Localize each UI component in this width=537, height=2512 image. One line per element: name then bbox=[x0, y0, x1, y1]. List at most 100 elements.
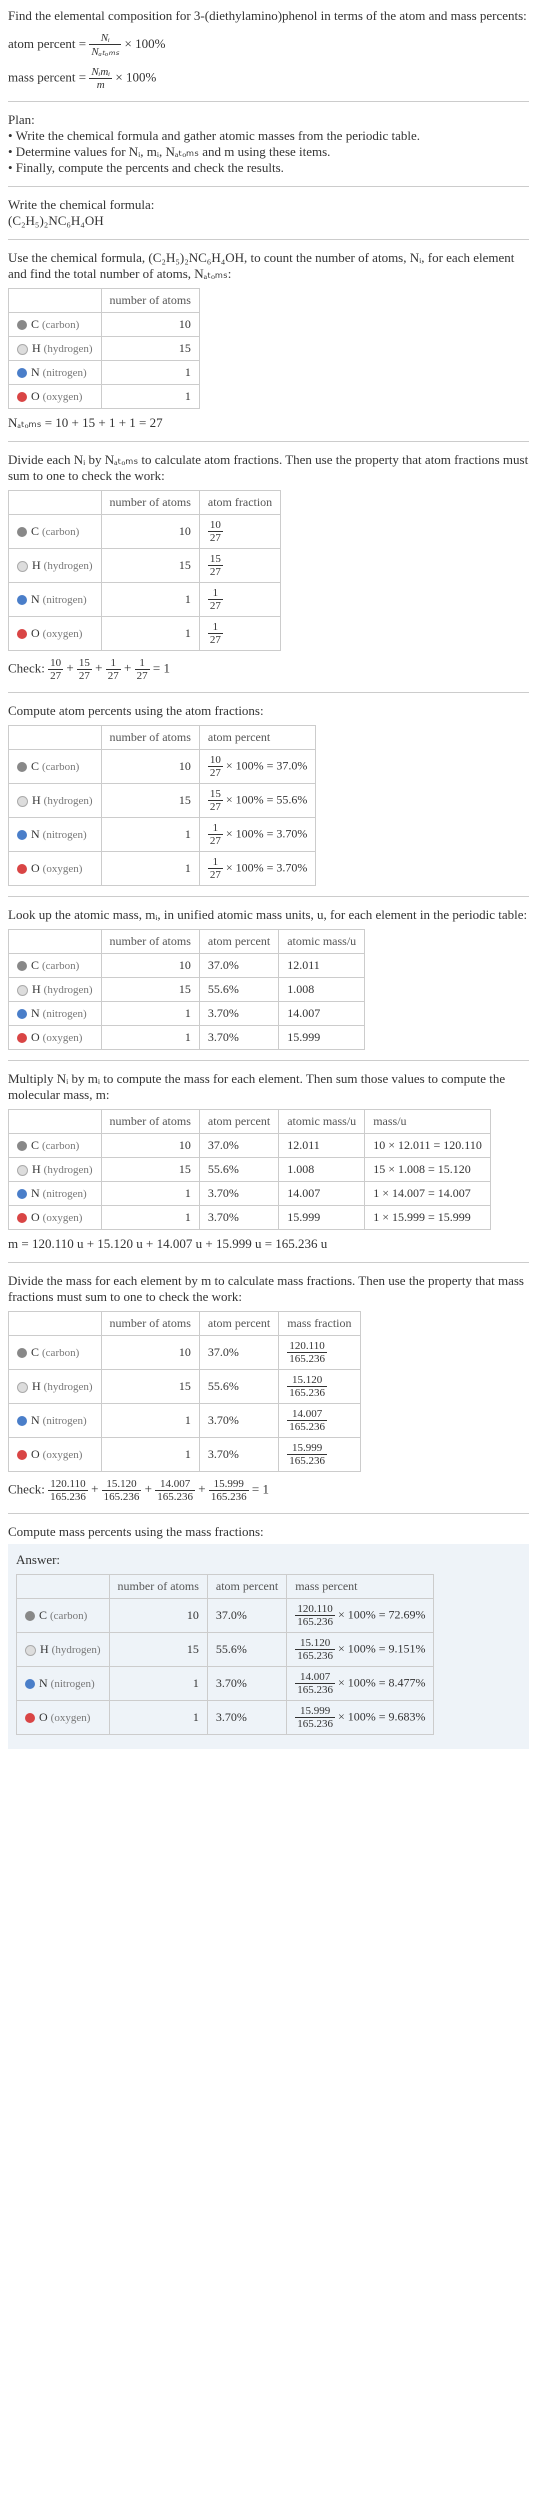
table-row: O (oxygen)13.70%15.9991 × 15.999 = 15.99… bbox=[9, 1206, 491, 1230]
plan: Plan: • Write the chemical formula and g… bbox=[8, 112, 529, 176]
fraction: 15.999165.236 bbox=[209, 1478, 249, 1503]
atompercent-section: Compute atom percents using the atom fra… bbox=[8, 703, 529, 886]
divider bbox=[8, 896, 529, 897]
element-cell: N (nitrogen) bbox=[9, 361, 102, 385]
fraction: 120.110165.236 bbox=[287, 1340, 327, 1365]
divider bbox=[8, 441, 529, 442]
element-cell: C (carbon) bbox=[9, 750, 102, 784]
element-cell: C (carbon) bbox=[17, 1599, 110, 1633]
element-cell: O (oxygen) bbox=[9, 617, 102, 651]
divider bbox=[8, 186, 529, 187]
plan-title: Plan: bbox=[8, 112, 529, 128]
element-cell: N (nitrogen) bbox=[9, 818, 102, 852]
element-dot-icon bbox=[17, 1213, 27, 1223]
mass-mult-table: number of atomsatom percentatomic mass/u… bbox=[8, 1109, 491, 1230]
atomfrac-text: Divide each Nᵢ by Nₐₜₒₘₛ to calculate at… bbox=[8, 452, 529, 484]
fraction: 1027 bbox=[48, 657, 63, 682]
element-cell: N (nitrogen) bbox=[17, 1667, 110, 1701]
element-dot-icon bbox=[17, 830, 27, 840]
element-dot-icon bbox=[17, 595, 27, 605]
table-row: H (hydrogen)1555.6%1.00815 × 1.008 = 15.… bbox=[9, 1158, 491, 1182]
fraction: 14.007165.236 bbox=[287, 1408, 327, 1433]
fraction: 15.999165.236 bbox=[287, 1442, 327, 1467]
divider bbox=[8, 1060, 529, 1061]
atomfrac-table: number of atomsatom fraction C (carbon)1… bbox=[8, 490, 281, 651]
element-dot-icon bbox=[17, 1450, 27, 1460]
element-dot-icon bbox=[17, 1348, 27, 1358]
fraction: 1527 bbox=[208, 553, 223, 578]
count-section: Use the chemical formula, (C₂H₅)₂NC₆H₄OH… bbox=[8, 250, 529, 431]
element-cell: N (nitrogen) bbox=[9, 1182, 102, 1206]
table-row: H (hydrogen)1555.6%1.008 bbox=[9, 978, 365, 1002]
mass-percent-formula: mass percent = Nᵢmᵢ m × 100% bbox=[8, 66, 529, 91]
element-dot-icon bbox=[17, 864, 27, 874]
element-dot-icon bbox=[17, 1189, 27, 1199]
table-row: C (carbon)101027 × 100% = 37.0% bbox=[9, 750, 316, 784]
element-dot-icon bbox=[17, 1141, 27, 1151]
table-row: H (hydrogen)151527 bbox=[9, 549, 281, 583]
count-text: Use the chemical formula, (C₂H₅)₂NC₆H₄OH… bbox=[8, 250, 529, 282]
table-row: O (oxygen)13.70%15.999165.236 bbox=[9, 1438, 361, 1472]
element-dot-icon bbox=[25, 1679, 35, 1689]
element-dot-icon bbox=[17, 629, 27, 639]
formula-prompt: Write the chemical formula: bbox=[8, 197, 529, 213]
table-row: N (nitrogen)13.70%14.007 bbox=[9, 1002, 365, 1026]
element-dot-icon bbox=[17, 796, 28, 807]
massfrac-check: Check: 120.110165.236 + 15.120165.236 + … bbox=[8, 1478, 529, 1503]
element-dot-icon bbox=[17, 392, 27, 402]
final-section: Compute mass percents using the mass fra… bbox=[8, 1524, 529, 1749]
fraction: 1527 bbox=[208, 788, 223, 813]
final-table: number of atomsatom percentmass percent … bbox=[16, 1574, 434, 1735]
table-row: O (oxygen)1 bbox=[9, 385, 200, 409]
table-row: H (hydrogen)151527 × 100% = 55.6% bbox=[9, 784, 316, 818]
fraction: 127 bbox=[106, 657, 121, 682]
fraction: 127 bbox=[208, 856, 223, 881]
element-dot-icon bbox=[25, 1645, 36, 1656]
times-100b: × 100% bbox=[115, 69, 156, 84]
element-dot-icon bbox=[17, 1382, 28, 1393]
element-dot-icon bbox=[17, 368, 27, 378]
element-dot-icon bbox=[17, 344, 28, 355]
table-row: H (hydrogen)1555.6%15.120165.236 bbox=[9, 1370, 361, 1404]
element-cell: C (carbon) bbox=[9, 313, 102, 337]
element-dot-icon bbox=[17, 320, 27, 330]
element-dot-icon bbox=[17, 762, 27, 772]
table-row: H (hydrogen)1555.6%15.120165.236 × 100% … bbox=[17, 1633, 434, 1667]
atom-percent-formula: atom percent = Nᵢ Nₐₜₒₘₛ × 100% bbox=[8, 32, 529, 58]
formula-value: (C₂H₅)₂NC₆H₄OH bbox=[8, 213, 529, 229]
mass-total: m = 120.110 u + 15.120 u + 14.007 u + 15… bbox=[8, 1236, 529, 1252]
table-row: N (nitrogen)1127 bbox=[9, 583, 281, 617]
mass-lookup-table: number of atomsatom percentatomic mass/u… bbox=[8, 929, 365, 1050]
atom-percent-frac: Nᵢ Nₐₜₒₘₛ bbox=[89, 32, 121, 58]
element-cell: N (nitrogen) bbox=[9, 1404, 102, 1438]
answer-label: Answer: bbox=[16, 1552, 521, 1568]
table-row: C (carbon)1037.0%12.01110 × 12.011 = 120… bbox=[9, 1134, 491, 1158]
element-cell: H (hydrogen) bbox=[9, 784, 102, 818]
mass-percent-lhs: mass percent = bbox=[8, 69, 86, 84]
element-dot-icon bbox=[25, 1713, 35, 1723]
atomfrac-section: Divide each Nᵢ by Nₐₜₒₘₛ to calculate at… bbox=[8, 452, 529, 682]
table-row: N (nitrogen)13.70%14.0071 × 14.007 = 14.… bbox=[9, 1182, 491, 1206]
element-cell: O (oxygen) bbox=[9, 385, 102, 409]
element-cell: C (carbon) bbox=[9, 515, 102, 549]
plan-b2: • Determine values for Nᵢ, mᵢ, Nₐₜₒₘₛ an… bbox=[8, 144, 529, 160]
element-cell: C (carbon) bbox=[9, 1336, 102, 1370]
table-row: O (oxygen)1127 × 100% = 3.70% bbox=[9, 852, 316, 886]
table-row: C (carbon)1037.0%120.110165.236 bbox=[9, 1336, 361, 1370]
fraction: 120.110165.236 bbox=[48, 1478, 88, 1503]
header-atoms: number of atoms bbox=[101, 289, 199, 313]
element-cell: C (carbon) bbox=[9, 1134, 102, 1158]
plan-b1: • Write the chemical formula and gather … bbox=[8, 128, 529, 144]
fraction: 1527 bbox=[77, 657, 92, 682]
fraction: 15.120165.236 bbox=[102, 1478, 142, 1503]
element-cell: N (nitrogen) bbox=[9, 583, 102, 617]
divider bbox=[8, 1262, 529, 1263]
table-row: C (carbon)1037.0%120.110165.236 × 100% =… bbox=[17, 1599, 434, 1633]
element-cell: O (oxygen) bbox=[17, 1701, 110, 1735]
divider bbox=[8, 692, 529, 693]
table-row: O (oxygen)13.70%15.999165.236 × 100% = 9… bbox=[17, 1701, 434, 1735]
answer-box: Answer: number of atomsatom percentmass … bbox=[8, 1544, 529, 1749]
element-cell: H (hydrogen) bbox=[9, 978, 102, 1002]
fraction: 127 bbox=[208, 822, 223, 847]
element-cell: O (oxygen) bbox=[9, 1438, 102, 1472]
